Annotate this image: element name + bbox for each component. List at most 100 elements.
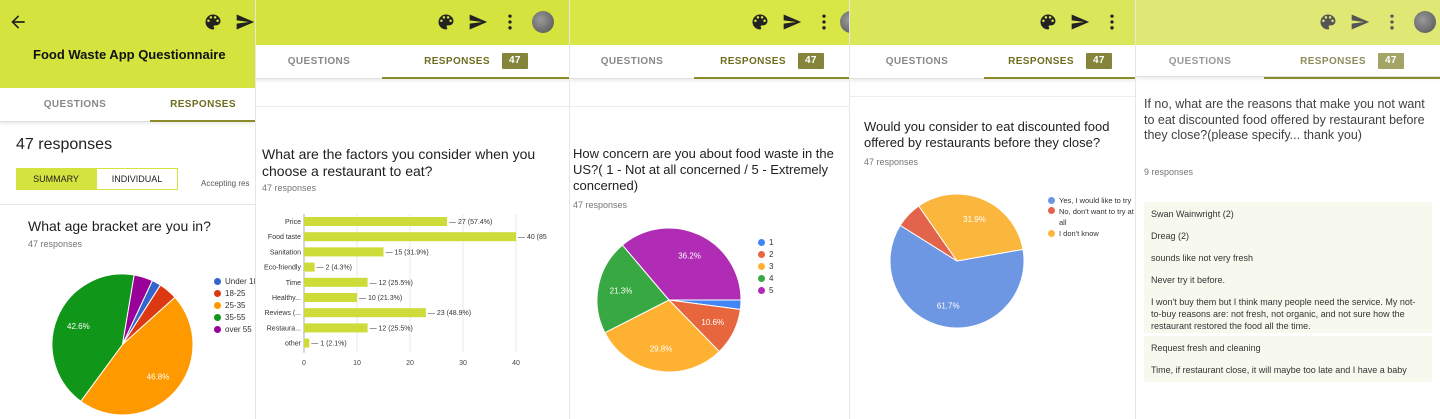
tab-questions[interactable]: QUESTIONS: [0, 88, 150, 122]
response-count: 47 responses: [28, 239, 83, 249]
discount-legend: Yes, I would like to try No, don't want …: [1048, 195, 1135, 239]
legend-item: 1: [758, 237, 773, 249]
question-title: How concern are you about food waste in …: [573, 146, 834, 193]
pie-data-label: 36.2%: [678, 252, 701, 261]
bar-data-label: — 10 (21.3%): [359, 295, 402, 302]
send-icon[interactable]: [1350, 12, 1370, 32]
pie-data-label: 42.6%: [67, 322, 90, 331]
more-vert-icon[interactable]: [1102, 12, 1122, 32]
bar: [304, 323, 368, 333]
list-item: Time, if restaurant close, it will maybe…: [1144, 358, 1432, 382]
x-tick-label: 0: [302, 360, 306, 367]
list-item: Swan Wainwright (2): [1144, 202, 1432, 226]
tab-responses[interactable]: RESPONSES 47: [694, 45, 849, 79]
concern-pie-chart: 10.6% 29.8% 21.3% 36.2%: [596, 227, 742, 373]
bar-data-label: — 40 (85: [518, 234, 547, 241]
x-tick-label: 20: [406, 360, 414, 367]
tab-bar: QUESTIONS RESPONSES 47: [256, 45, 569, 79]
discount-pie-chart: 61.7% 31.9%: [889, 193, 1025, 329]
response-badge: 47: [797, 53, 824, 70]
more-vert-icon[interactable]: [500, 12, 520, 32]
legend-item: I don't know: [1048, 228, 1135, 239]
tab-responses[interactable]: RESPONSES 47: [984, 45, 1135, 79]
response-badge: 47: [1377, 53, 1404, 70]
panel-discounted-food: QUESTIONS RESPONSES 47 Would you consider…: [850, 0, 1136, 419]
question-title: Would you consider to eat discounted foo…: [864, 119, 1110, 150]
tab-bar: QUESTIONS RESPONSES: [0, 88, 255, 122]
pie-data-label: 61.7%: [937, 302, 960, 311]
tab-responses[interactable]: RESPONSES 47: [382, 45, 569, 79]
bar: [304, 338, 310, 348]
tab-questions[interactable]: QUESTIONS: [850, 45, 984, 79]
app-bar: [256, 0, 569, 45]
category-label: Restaura...: [267, 325, 301, 332]
individual-button[interactable]: INDIVIDUAL: [96, 168, 178, 190]
category-label: Sanitation: [270, 249, 301, 256]
list-item: Never try it before.: [1144, 268, 1432, 292]
list-item: Dreag (2): [1144, 224, 1432, 248]
send-icon[interactable]: [782, 12, 802, 32]
legend-item: 5: [758, 285, 773, 297]
bar-data-label: — 23 (48.9%): [428, 310, 471, 317]
list-item: Request fresh and cleaning: [1144, 336, 1432, 360]
bar-data-label: — 27 (57.4%): [449, 219, 492, 226]
pie-data-label: 31.9%: [963, 215, 986, 224]
response-count: 47 responses: [262, 183, 317, 193]
response-count: 47 responses: [864, 157, 919, 167]
response-badge: 47: [501, 53, 528, 70]
category-label: Time: [286, 280, 301, 287]
bar: [304, 217, 448, 226]
summary-button[interactable]: SUMMARY: [16, 168, 96, 190]
x-tick-label: 40: [512, 360, 520, 367]
question-title: What age bracket are you in?: [28, 218, 211, 234]
palette-icon[interactable]: [750, 12, 770, 32]
bar: [304, 308, 426, 318]
question-title: If no, what are the reasons that make yo…: [1144, 97, 1425, 142]
pie-data-label: 10.6%: [701, 318, 724, 327]
app-bar: Food Waste App Questionnaire: [0, 0, 255, 88]
responses-count: 47 responses: [16, 136, 113, 153]
response-badge: 47: [1085, 53, 1112, 70]
tab-responses[interactable]: RESPONSES: [150, 88, 255, 122]
tab-bar: QUESTIONS RESPONSES 47: [1136, 45, 1440, 79]
bar-data-label: — 12 (25.5%): [370, 325, 413, 332]
legend-item: 35-55: [214, 312, 255, 324]
bar-data-label: — 2 (4.3%): [317, 265, 352, 272]
factors-bar-chart: 0 10 20 30 40 Price — 27 (57.4%) Food taste — 40…: [264, 214, 547, 367]
avatar[interactable]: [532, 11, 554, 33]
category-label: Eco-friendly: [264, 265, 301, 272]
palette-icon[interactable]: [203, 12, 223, 32]
category-label: Reviews (...: [264, 310, 301, 317]
palette-icon[interactable]: [436, 12, 456, 32]
send-icon[interactable]: [235, 12, 255, 32]
pie-data-label: 21.3%: [610, 286, 633, 295]
avatar[interactable]: [1414, 11, 1436, 33]
bar: [304, 277, 368, 287]
send-icon[interactable]: [1070, 12, 1090, 32]
bar: [304, 262, 315, 272]
tab-questions[interactable]: QUESTIONS: [1136, 45, 1264, 79]
bar-data-label: — 12 (25.5%): [370, 280, 413, 287]
concern-legend: 1 2 3 4 5: [758, 237, 773, 297]
legend-item: 2: [758, 249, 773, 261]
tab-questions[interactable]: QUESTIONS: [256, 45, 382, 79]
palette-icon[interactable]: [1038, 12, 1058, 32]
legend-item: 25-35: [214, 300, 255, 312]
more-vert-icon[interactable]: [1382, 12, 1402, 32]
pie-data-label: 46.8%: [147, 373, 170, 382]
send-icon[interactable]: [468, 12, 488, 32]
form-title: Food Waste App Questionnaire: [33, 47, 226, 62]
response-count: 47 responses: [573, 200, 628, 210]
back-arrow-icon[interactable]: [8, 12, 28, 32]
bar: [304, 247, 384, 257]
legend-item: Under 18: [214, 276, 255, 288]
palette-icon[interactable]: [1318, 12, 1338, 32]
more-vert-icon[interactable]: [814, 12, 834, 32]
tab-responses[interactable]: RESPONSES 47: [1264, 45, 1440, 79]
tab-questions[interactable]: QUESTIONS: [570, 45, 694, 79]
legend-item: Yes, I would like to try: [1048, 195, 1135, 206]
legend-item: over 55: [214, 324, 255, 336]
avatar[interactable]: [840, 11, 849, 33]
bar: [304, 293, 357, 302]
pie-data-label: 29.8%: [650, 344, 673, 353]
